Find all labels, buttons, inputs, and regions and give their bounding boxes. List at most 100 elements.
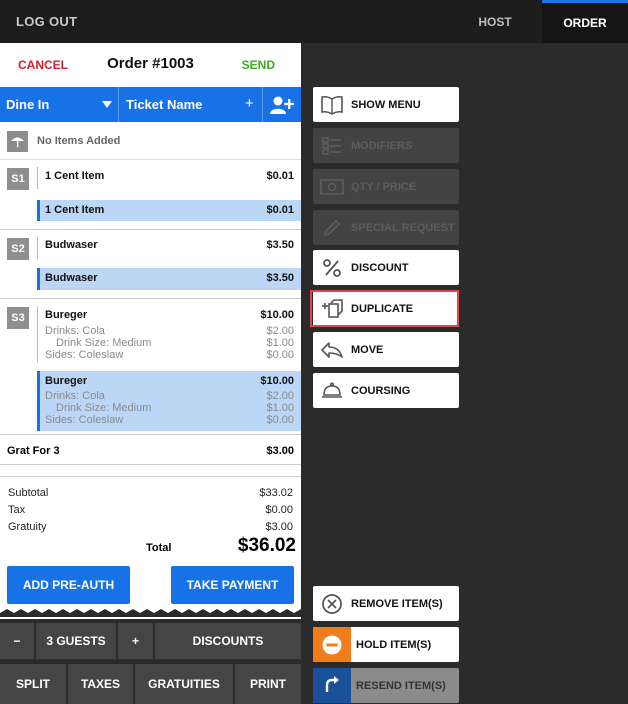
receipt-tear-edge [0, 609, 301, 617]
top-bar: LOG OUT HOST ORDER [0, 0, 628, 43]
subtotal-label: Subtotal [8, 487, 49, 499]
item-price: $10.00 [260, 309, 294, 321]
item-name[interactable]: Bureger [45, 309, 87, 321]
x-circle-icon [313, 586, 351, 621]
guests-count[interactable]: 3 GUESTS [36, 623, 116, 659]
add-ticket-name-button[interactable]: + [245, 95, 254, 112]
totals-section: Subtotal $33.02 Tax $0.00 Gratuity $3.00… [0, 476, 301, 556]
modifier-price: $0.00 [266, 414, 294, 426]
discounts-button[interactable]: DISCOUNTS [155, 623, 301, 659]
item-price: $10.00 [260, 375, 294, 387]
tab-host[interactable]: HOST [448, 0, 542, 43]
action-label: MODIFIERS [351, 139, 413, 152]
modifier-price: $1.00 [266, 337, 294, 349]
item-name[interactable]: 1 Cent Item [45, 170, 104, 182]
item-name[interactable]: Budwaser [45, 239, 98, 251]
divider [37, 167, 38, 189]
action-label: DISCOUNT [351, 261, 409, 274]
gratuities-button[interactable]: GRATUITIES [135, 664, 233, 704]
remove-items-button[interactable]: REMOVE ITEM(S) [313, 586, 459, 621]
resend-items-button[interactable]: RESEND ITEM(S) [313, 668, 459, 703]
modifier-label: Drink Size: Medium [56, 402, 152, 414]
order-header: CANCEL Order #1003 SEND [0, 43, 301, 87]
seat-badge[interactable]: S1 [7, 168, 29, 190]
modifier-price: $1.00 [266, 402, 294, 414]
hold-items-button[interactable]: HOLD ITEM(S) [313, 627, 459, 662]
divider [37, 306, 38, 362]
no-items-row: No Items Added [0, 122, 301, 160]
qty-price-button[interactable]: QTY / PRICE [313, 169, 459, 204]
subtotal-value: $33.02 [259, 487, 293, 499]
coursing-button[interactable]: COURSING [313, 373, 459, 408]
book-icon [313, 87, 351, 122]
modifier-label: Drinks: Cola [45, 325, 105, 337]
action-label: SHOW MENU [351, 98, 421, 111]
decrease-guests-button[interactable]: − [0, 623, 34, 659]
modifier-price: $2.00 [266, 390, 294, 402]
modifiers-button[interactable]: MODIFIERS [313, 128, 459, 163]
modifier-label: Drink Size: Medium [56, 337, 152, 349]
resend-icon [313, 668, 351, 703]
modifier-label: Sides: Coleslaw [45, 414, 124, 426]
send-button[interactable]: SEND [242, 58, 275, 72]
action-label: REMOVE ITEM(S) [351, 597, 443, 610]
print-button[interactable]: PRINT [235, 664, 301, 704]
selected-item-row[interactable]: Bureger $10.00 Drinks: Cola $2.00 Drink … [37, 371, 301, 431]
no-items-label: No Items Added [37, 135, 121, 147]
ticket-name-field[interactable]: Ticket Name [126, 97, 202, 112]
action-label: MOVE [351, 343, 384, 356]
pencil-icon [313, 210, 351, 245]
special-request-button[interactable]: SPECIAL REQUEST [313, 210, 459, 245]
logout-button[interactable]: LOG OUT [16, 14, 77, 29]
show-menu-button[interactable]: SHOW MENU [313, 87, 459, 122]
gratuity-total-label: Gratuity [8, 521, 47, 533]
item-price: $3.50 [266, 239, 294, 251]
discount-button[interactable]: DISCOUNT [313, 250, 459, 285]
gratuity-total-value: $3.00 [265, 521, 293, 533]
item-price: $0.01 [266, 204, 294, 216]
dine-in-label: Dine In [6, 97, 50, 112]
duplicate-icon [313, 291, 351, 326]
cash-icon [313, 169, 351, 204]
seat-badge[interactable]: S3 [7, 307, 29, 329]
seat-badge[interactable]: S2 [7, 238, 29, 260]
gratuity-label: Grat For 3 [7, 445, 60, 457]
increase-guests-button[interactable]: + [118, 623, 153, 659]
selected-item-row[interactable]: Budwaser $3.50 [37, 268, 301, 290]
action-label: SPECIAL REQUEST [351, 221, 455, 234]
action-label: QTY / PRICE [351, 180, 417, 193]
split-button[interactable]: SPLIT [0, 664, 66, 704]
order-panel: CANCEL Order #1003 SEND Dine In Ticket N… [0, 43, 301, 704]
modifier-price: $2.00 [266, 325, 294, 337]
chevron-down-icon [102, 101, 112, 108]
tab-order[interactable]: ORDER [542, 0, 628, 43]
modifier-label: Drinks: Cola [45, 390, 105, 402]
list-icon [313, 128, 351, 163]
action-label: HOLD ITEM(S) [356, 638, 432, 651]
item-name: 1 Cent Item [45, 204, 105, 216]
total-label: Total [146, 542, 172, 554]
take-payment-button[interactable]: TAKE PAYMENT [171, 566, 294, 604]
order-type-bar: Dine In Ticket Name + [0, 87, 301, 122]
taxes-button[interactable]: TAXES [68, 664, 133, 704]
tax-label: Tax [8, 504, 26, 516]
move-button[interactable]: MOVE [313, 332, 459, 367]
seat-group: S1 1 Cent Item $0.01 1 Cent Item $0.01 [0, 160, 301, 230]
total-value: $36.02 [237, 535, 296, 556]
selected-item-row[interactable]: 1 Cent Item $0.01 [37, 200, 301, 221]
item-price: $0.01 [266, 170, 294, 182]
tax-value: $0.00 [265, 504, 293, 516]
action-label: DUPLICATE [351, 302, 414, 315]
gratuity-row[interactable]: Grat For 3 $3.00 [0, 435, 301, 465]
item-price: $3.50 [266, 272, 294, 284]
duplicate-button[interactable]: DUPLICATE [313, 291, 459, 326]
gratuity-value: $3.00 [266, 445, 294, 457]
add-user-icon[interactable] [270, 95, 295, 115]
bottom-toolbar: − 3 GUESTS + DISCOUNTS SPLIT TAXES GRATU… [0, 619, 301, 704]
action-label: RESEND ITEM(S) [356, 679, 446, 692]
divider [262, 87, 263, 122]
item-name: Budwaser [45, 272, 98, 284]
umbrella-icon [7, 131, 28, 152]
add-pre-auth-button[interactable]: ADD PRE-AUTH [7, 566, 130, 604]
minus-circle-icon [313, 627, 351, 662]
